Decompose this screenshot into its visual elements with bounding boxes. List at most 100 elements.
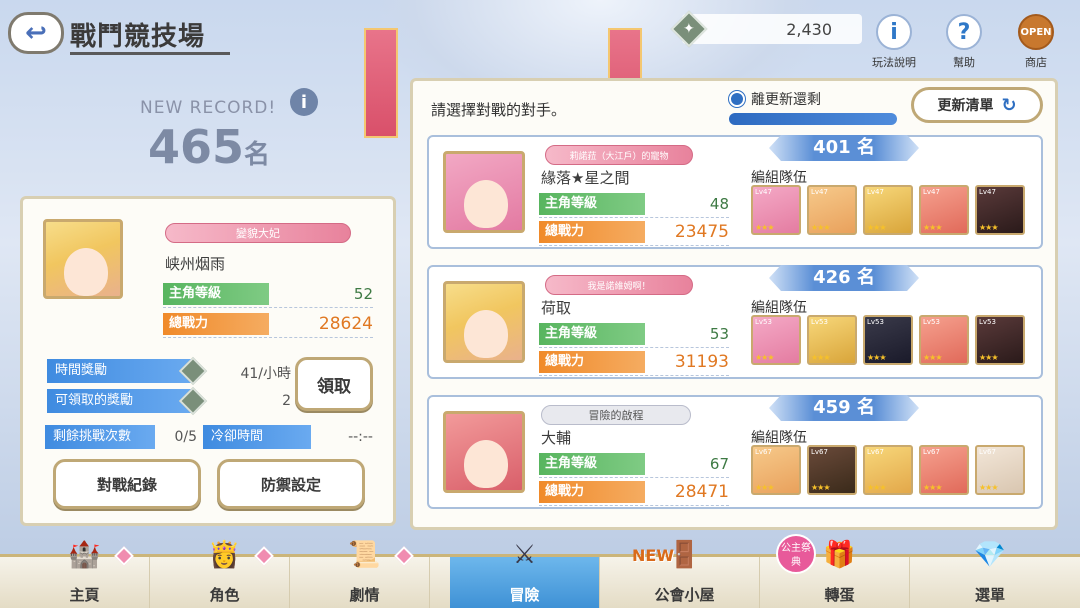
gacha-icon: 🎁 [823, 540, 856, 570]
opponent-name: 荷取 [541, 299, 572, 317]
remaining-value: 0/5 [174, 429, 197, 445]
team-member: Lv67 ★★★ [975, 445, 1025, 495]
crystal-icon: 💎 [973, 540, 1007, 570]
claimable-label: 可領取的獎勵 [47, 389, 193, 413]
power-label: 總戰力 [539, 481, 645, 503]
power-label: 總戰力 [539, 351, 645, 373]
opponent-title-tag: 我是諾維姆啊！ [545, 275, 693, 295]
player-name: 峡州烟雨 [165, 255, 226, 273]
team-label: 編組隊伍 [751, 430, 807, 446]
power-value: 28471 [674, 482, 729, 502]
team-member: Lv67 ★★★ [807, 445, 857, 495]
question-icon: ? [946, 14, 982, 50]
info-icon: i [876, 14, 912, 50]
team-member: Lv53 ★★★ [863, 315, 913, 365]
team-label: 編組隊伍 [751, 300, 807, 316]
team-member: Lv53 ★★★ [807, 315, 857, 365]
power-value: 28624 [318, 314, 373, 334]
refresh-list-label: 更新清單 [937, 98, 994, 114]
refresh-list-button[interactable]: 更新清單 ↻ [911, 87, 1043, 123]
help-button[interactable]: i 玩法說明 [866, 14, 922, 70]
team-member: Lv67 ★★★ [863, 445, 913, 495]
nav-character[interactable]: 👸 角色 [160, 540, 290, 608]
notification-gem-icon [114, 546, 134, 566]
claim-button[interactable]: 領取 [295, 357, 373, 411]
time-reward-label: 時間獎勵 [47, 359, 193, 383]
rank-suffix: 名 [244, 140, 271, 170]
new-record-label: NEW RECORD! [140, 98, 277, 118]
power-value: 23475 [674, 222, 729, 242]
assist-button[interactable]: ? 幫助 [936, 14, 992, 70]
team-member: Lv53 ★★★ [975, 315, 1025, 365]
notification-gem-icon [254, 546, 274, 566]
bottom-navigation: 🏰 主頁 👸 角色 📜 劇情 ⚔ 冒險 🚪 公會小屋 🎁 轉蛋 💎 選單 [0, 540, 1080, 608]
record-info-icon[interactable]: i [290, 88, 318, 116]
background-banner [364, 28, 398, 138]
team-label: 編組隊伍 [751, 170, 807, 186]
team-member: Lv67 ★★★ [919, 445, 969, 495]
opponent-panel: 請選擇對戰的對手。 離更新還剩 更新清單 ↻ 莉諾菈（大江戶）的寵物 緣落★星之… [410, 78, 1058, 530]
opponent-rank: 459 名 [769, 395, 919, 421]
player-level-row: 主角等級 52 [163, 283, 373, 308]
cooldown-value: --:-- [348, 429, 373, 445]
nav-adventure[interactable]: ⚔ 冒險 [450, 540, 600, 608]
new-badge: NEW [632, 546, 674, 565]
nav-home[interactable]: 🏰 主頁 [20, 540, 150, 608]
assist-label: 幫助 [953, 56, 975, 69]
opponent-name: 緣落★星之間 [541, 169, 630, 187]
level-value: 53 [709, 325, 729, 343]
shop-icon: OPEN [1018, 14, 1054, 50]
currency-display: ✦ 2,430 [670, 10, 862, 48]
team-row: Lv67 ★★★ Lv67 ★★★ Lv67 ★★★ Lv67 ★★★ Lv67 ★★★ [751, 445, 1025, 495]
refresh-icon: ↻ [1001, 94, 1017, 116]
defense-setting-button[interactable]: 防禦設定 [217, 459, 365, 509]
opponent-power-row: 總戰力 31193 [539, 351, 729, 376]
team-row: Lv47 ★★★ Lv47 ★★★ Lv47 ★★★ Lv47 ★★★ Lv47 ★★★ [751, 185, 1025, 235]
opponent-level-row: 主角等級 53 [539, 323, 729, 348]
battle-history-button[interactable]: 對戰紀錄 [53, 459, 201, 509]
shop-button[interactable]: OPEN 商店 [1008, 14, 1064, 70]
shop-label: 商店 [1025, 56, 1047, 69]
currency-value: 2,430 [786, 19, 832, 39]
opponent-card[interactable]: 冒險的啟程 大輔 主角等級 67 總戰力 28471 459 名 編組隊伍 Lv… [427, 395, 1043, 509]
team-member: Lv47 ★★★ [919, 185, 969, 235]
player-avatar [43, 219, 123, 299]
opponent-card[interactable]: 莉諾菈（大江戶）的寵物 緣落★星之間 主角等級 48 總戰力 23475 401… [427, 135, 1043, 249]
opponent-title-tag: 莉諾菈（大江戶）的寵物 [545, 145, 693, 165]
opponent-title-tag: 冒險的啟程 [541, 405, 691, 425]
back-button[interactable]: ↩ [8, 12, 64, 54]
team-member: Lv47 ★★★ [751, 185, 801, 235]
team-member: Lv47 ★★★ [863, 185, 913, 235]
level-value: 48 [709, 195, 729, 213]
level-label: 主角等級 [539, 323, 645, 345]
page-title: 戰鬥競技場 [70, 22, 206, 52]
refresh-timer-label: 離更新還剩 [751, 92, 821, 108]
remaining-label: 剩餘挑戰次數 [45, 425, 155, 449]
player-title-tag: 變貌大妃 [165, 223, 351, 243]
opponent-rank: 426 名 [769, 265, 919, 291]
team-member: Lv53 ★★★ [751, 315, 801, 365]
level-label: 主角等級 [539, 453, 645, 475]
current-rank: 465名 [148, 120, 270, 174]
level-value: 67 [709, 455, 729, 473]
team-member: Lv53 ★★★ [919, 315, 969, 365]
player-power-row: 總戰力 28624 [163, 313, 373, 338]
team-row: Lv53 ★★★ Lv53 ★★★ Lv53 ★★★ Lv53 ★★★ Lv53 ★★★ [751, 315, 1025, 365]
opponent-power-row: 總戰力 28471 [539, 481, 729, 506]
nav-story[interactable]: 📜 劇情 [300, 540, 430, 608]
opponent-avatar [443, 281, 525, 363]
level-label: 主角等級 [163, 283, 269, 305]
opponent-card[interactable]: 我是諾維姆啊！ 荷取 主角等級 53 總戰力 31193 426 名 編組隊伍 … [427, 265, 1043, 379]
opponent-name: 大輔 [541, 429, 572, 447]
castle-icon: 🏰 [68, 540, 101, 570]
team-member: Lv47 ★★★ [975, 185, 1025, 235]
opponent-power-row: 總戰力 23475 [539, 221, 729, 246]
character-icon: 👸 [208, 540, 241, 570]
nav-menu[interactable]: 💎 選單 [920, 540, 1060, 608]
cooldown-label: 冷卻時間 [203, 425, 311, 449]
opponent-level-row: 主角等級 67 [539, 453, 729, 478]
opponent-rank: 401 名 [769, 135, 919, 161]
choose-opponent-prompt: 請選擇對戰的對手。 [431, 101, 567, 119]
help-label: 玩法說明 [872, 56, 916, 69]
rank-number: 465 [148, 120, 245, 174]
